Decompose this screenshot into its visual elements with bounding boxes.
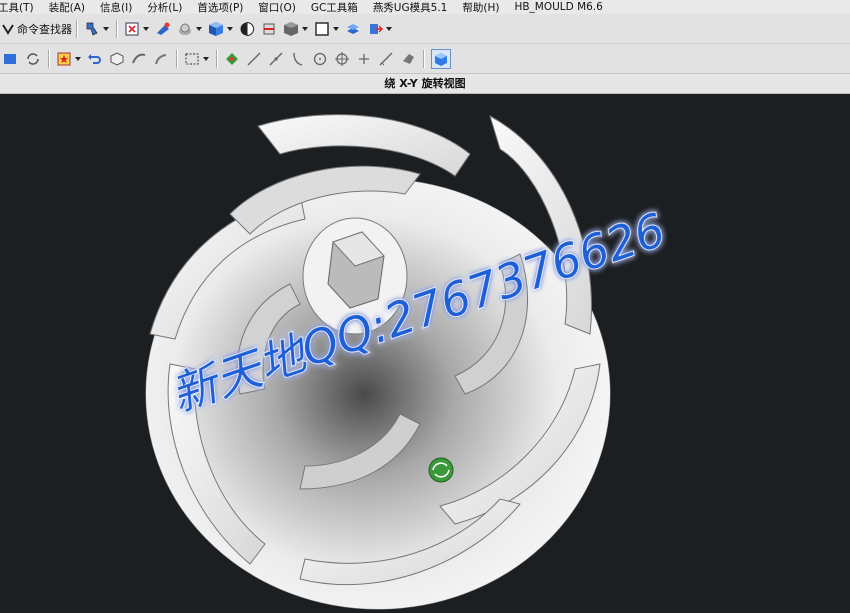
background-icon[interactable] xyxy=(314,21,330,37)
curve-icon[interactable] xyxy=(131,51,147,67)
menu-hb-mould[interactable]: HB_MOULD M6.6 xyxy=(513,1,603,13)
star-point-icon[interactable] xyxy=(56,51,72,67)
sync-icon[interactable] xyxy=(25,51,41,67)
arc-icon[interactable] xyxy=(290,51,306,67)
view-title: 绕 X-Y 旋转视图 xyxy=(0,74,850,94)
menu-window[interactable]: 窗口(O) xyxy=(257,0,296,14)
face-icon[interactable] xyxy=(400,51,416,67)
menu-bar: 工具(T) 装配(A) 信息(I) 分析(L) 首选项(P) 窗口(O) GC工… xyxy=(0,0,850,14)
curve2-icon[interactable] xyxy=(153,51,169,67)
tangent-icon[interactable] xyxy=(378,51,394,67)
menu-gc-toolbox[interactable]: GC工具箱 xyxy=(310,0,359,14)
toolbar-row-1: 命令查找器 xyxy=(0,14,850,44)
command-finder-button[interactable]: 命令查找器 xyxy=(2,21,72,37)
undo-icon[interactable] xyxy=(87,51,103,67)
hidden-edge-icon[interactable] xyxy=(283,21,299,37)
separator xyxy=(116,19,117,38)
center-icon[interactable] xyxy=(334,51,350,67)
menu-assembly[interactable]: 装配(A) xyxy=(48,0,86,14)
menu-help[interactable]: 帮助(H) xyxy=(461,0,500,14)
layer-dropdown[interactable] xyxy=(386,26,392,31)
shaded-dropdown[interactable] xyxy=(227,26,233,31)
filter-dropdown[interactable] xyxy=(103,26,109,31)
point-icon[interactable] xyxy=(356,51,372,67)
separator xyxy=(176,49,177,68)
menu-analysis[interactable]: 分析(L) xyxy=(146,0,183,14)
wire-box-icon[interactable] xyxy=(109,51,125,67)
orient-dropdown[interactable] xyxy=(196,26,202,31)
graphics-viewport[interactable] xyxy=(0,94,850,613)
circle-icon[interactable] xyxy=(312,51,328,67)
separator xyxy=(423,49,424,68)
render-style-icon[interactable] xyxy=(239,21,255,37)
command-finder-label: 命令查找器 xyxy=(17,22,72,36)
star-dropdown[interactable] xyxy=(75,56,81,61)
cube-view-icon[interactable] xyxy=(431,48,451,69)
line-icon[interactable] xyxy=(246,51,262,67)
rotate-cursor-icon xyxy=(428,457,454,483)
separator xyxy=(76,19,77,38)
menu-tools[interactable]: 工具(T) xyxy=(0,0,35,14)
box-select-icon[interactable] xyxy=(184,51,200,67)
menu-info[interactable]: 信息(I) xyxy=(99,0,133,14)
move-layer-icon[interactable] xyxy=(367,21,383,37)
midpoint-icon[interactable] xyxy=(268,51,284,67)
view-orient-icon[interactable] xyxy=(177,21,193,37)
filter-icon[interactable] xyxy=(84,21,100,37)
menu-preferences[interactable]: 首选项(P) xyxy=(196,0,244,14)
layer-icon[interactable] xyxy=(345,21,361,37)
background-dropdown[interactable] xyxy=(333,26,339,31)
menu-yanxiu-ug[interactable]: 燕秀UG模具5.1 xyxy=(372,0,449,14)
select-all-icon[interactable] xyxy=(124,21,140,37)
snap-all-icon[interactable] xyxy=(224,51,240,67)
select-dropdown[interactable] xyxy=(143,26,149,31)
separator xyxy=(48,49,49,68)
section-icon[interactable] xyxy=(261,21,277,37)
model-icon[interactable] xyxy=(3,51,19,67)
command-finder-icon xyxy=(2,23,14,35)
box-select-dropdown[interactable] xyxy=(203,56,209,61)
snap-point-icon[interactable] xyxy=(155,21,171,37)
separator xyxy=(216,49,217,68)
impeller-model xyxy=(145,114,611,610)
toolbar-row-2 xyxy=(0,44,850,74)
edge-dropdown[interactable] xyxy=(302,26,308,31)
shaded-cube-icon[interactable] xyxy=(208,21,224,37)
